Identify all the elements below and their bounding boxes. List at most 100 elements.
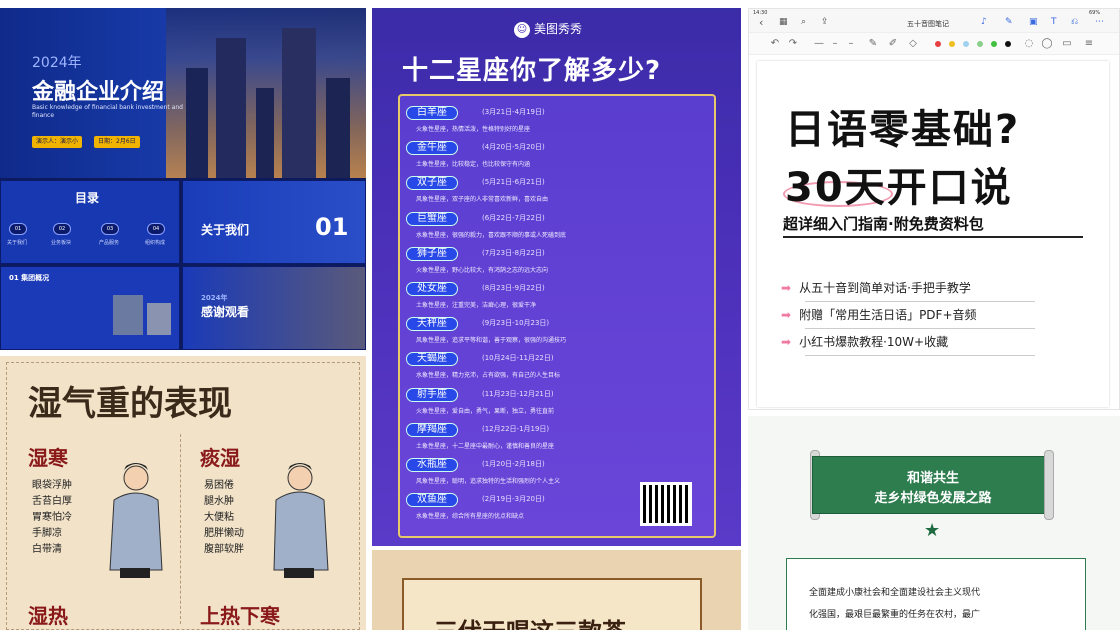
pen-icon[interactable]: ✎: [1005, 17, 1013, 27]
profile-slide: 01 集团概况: [0, 266, 180, 350]
lasso-icon[interactable]: ◌: [1023, 38, 1035, 50]
toc-title: 目录: [75, 191, 100, 205]
zodiac-name: 天蝎座: [406, 352, 458, 367]
color-blue[interactable]: [963, 41, 969, 47]
green-development-card[interactable]: 和谐共生 走乡村绿色发展之路 ★ 全面建成小康社会和全面建设社会主义现代 化强国…: [748, 416, 1120, 630]
zodiac-description: 水象性星座，综合所有星座的优点和缺点: [416, 513, 525, 521]
bullet-item: ➡ 附赠「常用生活日语」PDF+音频: [781, 306, 977, 323]
zodiac-date: (4月20日-5月20日): [482, 143, 545, 152]
brand-logo: ☺ 美图秀秀: [514, 20, 582, 38]
cover-title: 金融企业介绍: [32, 80, 165, 105]
toc-label: 关于我们: [7, 240, 28, 246]
banner-line1: 和谐共生: [906, 471, 959, 486]
menu-icon[interactable]: ≡: [1083, 38, 1095, 50]
zodiac-description: 风象性星座，聪明，追求独特的生活和强烈的个人主义: [416, 478, 561, 485]
more-icon[interactable]: ⋯: [1095, 17, 1104, 27]
arrow-icon: ➡: [781, 335, 792, 349]
symptom: 手脚凉: [32, 528, 62, 539]
toc-label: 业务板块: [51, 240, 72, 246]
finance-cover: 2024年 金融企业介绍 Basic knowledge of financia…: [0, 8, 366, 178]
color-yellow[interactable]: [949, 41, 955, 47]
document-title: 五十音图笔记: [907, 20, 949, 28]
tea-poster-card[interactable]: 三伏天喝这三款茶: [372, 550, 741, 630]
zodiac-name: 狮子座: [406, 246, 458, 261]
brand-name: 美图秀秀: [534, 22, 583, 36]
symptom: 肥胖懒动: [204, 528, 244, 539]
city-image: [166, 8, 366, 178]
redo-icon[interactable]: ↷: [787, 38, 799, 50]
japanese-notes-card[interactable]: 14:30 ‹ ▦ ⌕ ⇪ 五十音图笔记 ♪ ✎ ▣ T ⎌ ⋯ 69% ↶ ↷…: [748, 8, 1120, 410]
headline-line2: 30天开口说: [785, 165, 1013, 211]
bullet-underline: [805, 355, 1035, 356]
line-icon[interactable]: —: [813, 38, 825, 50]
scroll-right: [1044, 450, 1054, 520]
text-icon[interactable]: T: [1051, 17, 1057, 27]
zodiac-row: 狮子座 (7月23日-8月22日) 火象性星座，野心比较大，有鸿鹄之志的远大志向: [406, 246, 686, 281]
mic-icon[interactable]: ♪: [981, 17, 987, 27]
subtitle-underline: [783, 236, 1083, 238]
symptom: 眼袋浮肿: [32, 480, 72, 491]
dash-icon[interactable]: –: [845, 38, 857, 50]
headline-line1: 日语零基础?: [785, 107, 1021, 153]
zodiac-description: 火象性星座，爱自由，勇气，果断，独立，勇往直前: [416, 407, 555, 415]
body-line: 全面建成小康社会和全面建设社会主义现代: [809, 588, 981, 598]
section-title: 上热下寒: [200, 604, 280, 628]
color-green[interactable]: [991, 41, 997, 47]
meitu-icon: ☺: [514, 21, 530, 38]
zodiac-description: 土象性星座，注重完美，洁癖心理，很爱干净: [416, 302, 537, 309]
finance-template-card[interactable]: 2024年 金融企业介绍 Basic knowledge of financia…: [0, 8, 366, 350]
zodiac-name: 射手座: [406, 387, 458, 402]
zodiac-name: 处女座: [406, 282, 458, 296]
toc-label: 产品服务: [99, 240, 120, 246]
pencil-icon[interactable]: ✎: [867, 38, 879, 50]
image-icon[interactable]: ▣: [1029, 17, 1038, 27]
zodiac-name: 金牛座: [406, 141, 458, 156]
symptom: 白带清: [32, 544, 62, 555]
zodiac-description: 火象性星座，野心比较大，有鸿鹄之志的远大志向: [416, 266, 549, 274]
star-icon: ★: [924, 520, 941, 541]
zodiac-row: 天秤座 (9月23日-10月23日) 风象性星座，追求平等和谐，善于观察，很强的沟通…: [406, 317, 686, 351]
image-insert-icon[interactable]: ▭: [1061, 38, 1073, 50]
section-title: 湿寒: [28, 446, 68, 470]
banner-line2: 走乡村绿色发展之路: [874, 491, 992, 506]
bullet-text: 附赠「常用生活日语」PDF+音频: [799, 308, 977, 322]
back-icon[interactable]: ‹: [759, 16, 763, 29]
color-red[interactable]: [935, 41, 941, 47]
cover-year: 2024年: [32, 55, 82, 71]
undo-history-icon[interactable]: ⎌: [1071, 17, 1078, 27]
text-box: 全面建成小康社会和全面建设社会主义现代 化强国，最艰巨最繁重的任务在农村，最广: [786, 558, 1086, 630]
bullet-text: 小红书爆款教程·10W+收藏: [799, 335, 949, 349]
search-icon[interactable]: ⌕: [801, 17, 806, 27]
bullet-item: ➡ 小红书爆款教程·10W+收藏: [781, 333, 948, 350]
shapes-icon[interactable]: ◯: [1041, 38, 1053, 50]
arrow-icon: ➡: [781, 281, 792, 295]
dampness-poster-card[interactable]: 湿气重的表现 湿寒 眼袋浮肿 舌苔白厚 胃寒怕冷 手脚凉 白带清 痰湿 易困倦 …: [0, 356, 366, 630]
zodiac-description: 水象性星座，很强的毅力，喜欢跟不顺的事或人死磕到底: [416, 231, 567, 239]
scholar-figure: [273, 463, 329, 578]
share-icon[interactable]: ⇪: [821, 17, 829, 27]
zodiac-description: 土象性星座，比较稳定，也比较保守有内涵: [416, 161, 531, 169]
arrow-icon: ➡: [781, 308, 792, 322]
symptom: 舌苔白厚: [32, 496, 72, 507]
scholar-figure: [109, 463, 163, 578]
zodiac-name: 摩羯座: [406, 422, 458, 437]
zodiac-poster-card[interactable]: ☺ 美图秀秀 十二星座你了解多少? 白羊座 (3月21日-4月19日) 火象性星座，热…: [372, 8, 741, 546]
about-number: 01: [315, 213, 349, 241]
zodiac-description: 火象性星座，热情活泼，性格特别好的星座: [416, 126, 531, 133]
color-black[interactable]: [1005, 41, 1011, 47]
color-green[interactable]: [977, 41, 983, 47]
symptom: 易困倦: [204, 480, 234, 491]
zodiac-date: (5月21日-6月21日): [482, 178, 545, 187]
symptom: 胃寒怕冷: [32, 512, 72, 523]
marker-icon[interactable]: ✐: [887, 38, 899, 50]
building: [282, 28, 316, 178]
eraser-icon[interactable]: ◇: [907, 38, 919, 50]
symptom: 腿水肿: [204, 496, 234, 507]
bullet-text: 从五十音到简单对话·手把手教学: [799, 281, 971, 295]
zodiac-date: (6月22日-7月22日): [482, 213, 545, 222]
grid-icon[interactable]: ▦: [779, 17, 788, 27]
dash-icon[interactable]: –: [829, 38, 841, 50]
divider: [180, 434, 181, 624]
zodiac-row: 射手座 (11月23日-12月21日) 火象性星座，爱自由，勇气，果断，独立，勇往直…: [406, 387, 686, 422]
undo-icon[interactable]: ↶: [769, 38, 781, 50]
